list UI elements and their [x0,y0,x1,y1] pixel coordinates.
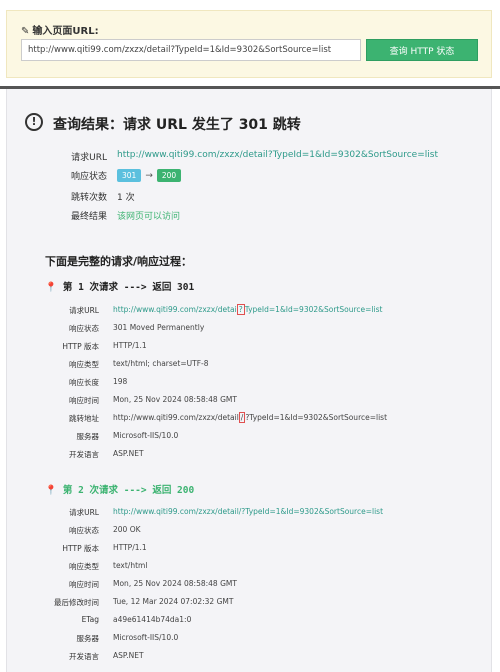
summary-label: 跳转次数 [70,193,107,203]
url-input-label: ✎ 输入页面URL: [21,26,99,37]
result-title: 查询结果：请求 URL 发生了 301 跳转 [53,117,301,133]
req2-server-row: 服务器 Microsoft-IIS/10.0 [76,633,179,643]
req2-lang-row: 开发语言 ASP.NET [69,651,144,661]
exclamation-icon: ! [25,113,43,131]
process-title: 下面是完整的请求/响应过程： [45,255,193,268]
req2-last-modified-row: 最后修改时间 Tue, 12 Mar 2024 07:02:32 GMT [54,597,234,607]
req2-url-row: 请求URL http://www.qiti99.com/zxzx/detail/… [69,507,384,517]
arrow-right-icon: → [145,170,153,181]
summary-request-url-row: 请求URL http://www.qiti99.com/zxzx/detail?… [7,150,491,164]
req2-url-link[interactable]: http://www.qiti99.com/zxzx/detail/?TypeI… [113,507,383,516]
summary-redirect-count-row: 跳转次数 1 次 [7,190,491,204]
req1-date-row: 响应时间 Mon, 25 Nov 2024 08:58:48 GMT [69,395,237,405]
req2-http-version-row: HTTP 版本 HTTP/1.1 [62,543,147,553]
summary-final-result-row: 最终结果 该网页可以访问 [7,209,491,223]
req2-etag-row: ETag a49e61414b74da1:0 [81,615,192,624]
req1-server-row: 服务器 Microsoft-IIS/10.0 [76,431,179,441]
url-input-panel: ✎输入页面URL: 查询 HTTP 状态 [6,10,492,78]
req2-date-row: 响应时间 Mon, 25 Nov 2024 08:58:48 GMT [69,579,237,589]
req1-url-link[interactable]: http://www.qiti99.com/zxzx/detai? TypeId=… [113,304,382,315]
req1-url-row: 请求URL http://www.qiti99.com/zxzx/detai? T… [69,304,383,315]
status-badge-200: 200 [156,169,182,182]
map-pin-icon: 📍 [45,485,57,496]
result-panel: ! 查询结果：请求 URL 发生了 301 跳转 请求URL http://ww… [6,89,492,672]
req1-http-version-row: HTTP 版本 HTTP/1.1 [62,341,147,351]
highlight-marker: ? [236,304,245,315]
map-pin-icon: 📍 [45,282,57,293]
status-badge-301: 301 [117,169,142,182]
url-input[interactable] [21,39,361,61]
summary-status-row: 响应状态 301 → 200 [7,169,491,183]
req1-content-length-row: 响应长度 198 [69,377,128,387]
pencil-icon: ✎ [21,26,30,37]
summary-final-result: 该网页可以访问 [117,212,181,222]
req1-status-row: 响应状态 301 Moved Permanently [69,323,205,333]
req1-lang-row: 开发语言 ASP.NET [69,449,144,459]
request-2-title: 📍 第 2 次请求 ---> 返回 200 [45,485,195,496]
summary-label: 响应状态 [70,172,107,182]
summary-label: 请求URL [71,153,107,163]
summary-redirect-count: 1 次 [117,193,135,203]
req1-location: http://www.qiti99.com/zxzx/detail / ?TypeI… [113,412,388,423]
req2-content-type-row: 响应类型 text/html [69,561,148,571]
summary-label: 最终结果 [70,212,107,222]
req2-status-row: 响应状态 200 OK [69,525,141,535]
summary-status-values: 301 → 200 [117,169,182,182]
query-http-status-button[interactable]: 查询 HTTP 状态 [366,39,478,61]
req1-location-row: 跳转地址 http://www.qiti99.com/zxzx/detail /?… [69,412,388,423]
request-1-title: 📍 第 1 次请求 ---> 返回 301 [45,282,195,293]
summary-request-url-link[interactable]: http://www.qiti99.com/zxzx/detail?TypeId… [117,150,438,160]
req1-content-type-row: 响应类型 text/html; charset=UTF-8 [69,359,209,369]
